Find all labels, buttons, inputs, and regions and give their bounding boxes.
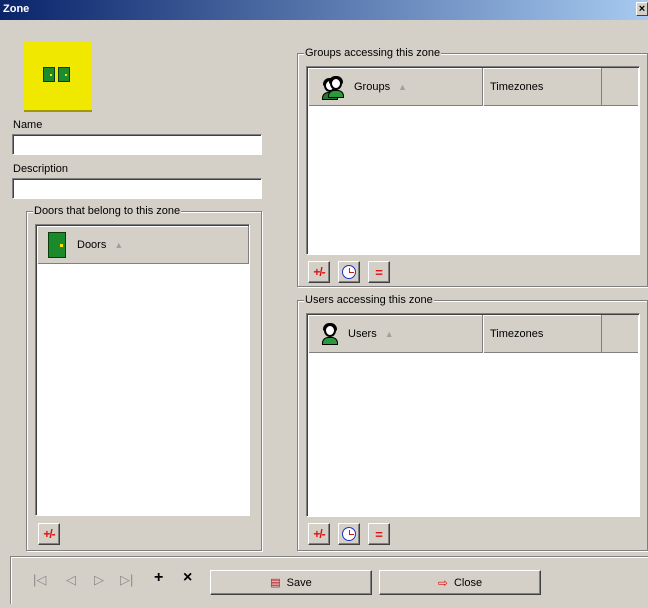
users-groupbox-legend: Users accessing this zone	[304, 294, 434, 306]
doors-grid[interactable]: Doors ▲	[35, 224, 250, 516]
close-label: Close	[453, 576, 483, 589]
groups-column-label: Groups	[354, 81, 391, 93]
nav-delete-button[interactable]: ×	[183, 569, 192, 587]
users-column-label: Users	[348, 328, 377, 340]
save-button[interactable]: ▤ Save	[210, 570, 372, 595]
nav-first-button[interactable]: |◁	[33, 572, 46, 588]
door-icon	[47, 232, 67, 258]
users-timezones-column-header[interactable]: Timezones	[483, 315, 602, 353]
clock-icon	[342, 527, 356, 541]
nav-previous-button[interactable]: ◁	[66, 572, 76, 588]
doors-column-header[interactable]: Doors ▲	[37, 226, 249, 264]
groups-column-header[interactable]: Groups ▲	[308, 68, 483, 106]
name-input[interactable]	[12, 134, 262, 155]
nav-next-button[interactable]: ▷	[94, 572, 104, 588]
exit-icon: ⇨	[437, 575, 448, 590]
groups-timezones-column-header[interactable]: Timezones	[483, 68, 602, 106]
nav-add-button[interactable]: +	[154, 569, 163, 587]
group-icon	[322, 76, 346, 100]
equal-icon: =	[375, 264, 383, 280]
door-left-icon	[43, 67, 55, 82]
sort-ascending-icon: ▲	[384, 329, 394, 339]
sort-ascending-icon: ▲	[114, 240, 124, 250]
sort-ascending-icon: ▲	[398, 82, 407, 92]
groups-timezone-button[interactable]	[338, 261, 360, 283]
users-add-remove-button[interactable]: +/-	[308, 523, 330, 545]
close-icon: ×	[638, 3, 646, 15]
equal-icon: =	[375, 526, 383, 542]
description-label: Description	[13, 163, 69, 175]
nav-last-button[interactable]: ▷|	[120, 572, 133, 588]
groups-equal-button[interactable]: =	[368, 261, 390, 283]
save-icon: ▤	[270, 577, 281, 589]
name-label: Name	[13, 119, 43, 131]
doors-column-label: Doors	[77, 239, 107, 251]
doors-add-remove-button[interactable]: +/-	[38, 523, 60, 545]
add-remove-icon: +/-	[43, 527, 55, 541]
users-equal-button[interactable]: =	[368, 523, 390, 545]
door-right-icon	[58, 67, 70, 82]
users-timezone-button[interactable]	[338, 523, 360, 545]
doors-grid-header: Doors ▲	[37, 226, 249, 264]
zone-doors-icon	[24, 42, 92, 112]
groups-add-remove-button[interactable]: +/-	[308, 261, 330, 283]
groups-timezones-label: Timezones	[490, 81, 544, 93]
groups-grid[interactable]: Groups ▲ Timezones	[306, 66, 640, 255]
users-grid-header: Users ▲ Timezones	[308, 315, 638, 353]
users-column-header[interactable]: Users ▲	[308, 315, 483, 353]
add-remove-icon: +/-	[313, 265, 325, 279]
user-icon	[320, 323, 340, 345]
window-close-button[interactable]: ×	[636, 2, 648, 16]
users-timezones-label: Timezones	[490, 328, 544, 340]
close-button[interactable]: ⇨ Close	[379, 570, 541, 595]
groups-grid-header: Groups ▲ Timezones	[308, 68, 638, 106]
description-input[interactable]	[12, 178, 262, 199]
window-title-bar: Zone ×	[0, 0, 648, 20]
window-title: Zone	[3, 3, 30, 15]
users-grid[interactable]: Users ▲ Timezones	[306, 313, 640, 517]
add-remove-icon: +/-	[313, 527, 325, 541]
save-label: Save	[286, 576, 312, 589]
doors-groupbox-legend: Doors that belong to this zone	[33, 205, 182, 217]
groups-groupbox-legend: Groups accessing this zone	[304, 47, 442, 59]
clock-icon	[342, 265, 356, 279]
